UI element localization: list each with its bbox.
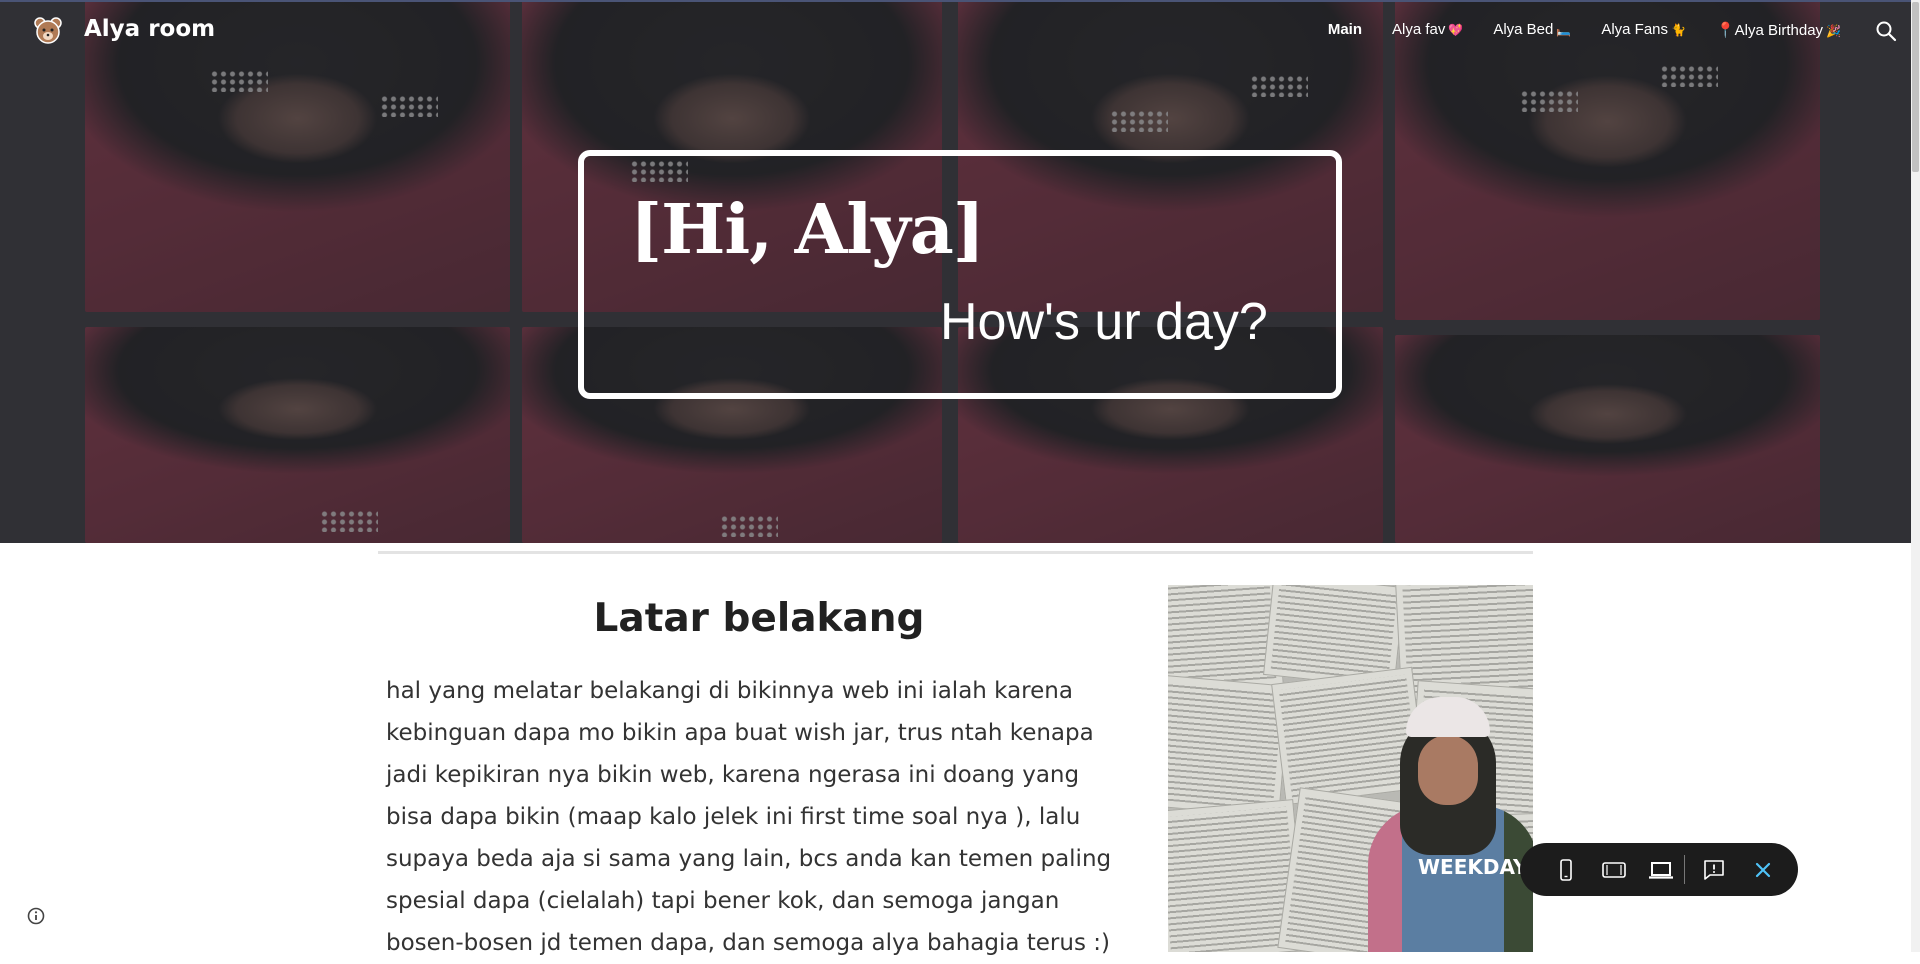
- hero-subtitle: How's ur day?: [940, 293, 1268, 351]
- nav-item-label: Alya Bed: [1493, 21, 1554, 38]
- nav-item-alya-bed[interactable]: Alya Bed 🛏️: [1493, 21, 1571, 39]
- nav-item-alya-fav[interactable]: Alya fav 💖: [1392, 21, 1463, 39]
- info-icon[interactable]: [26, 906, 46, 926]
- profile-photo: WEEKDAY: [1168, 585, 1533, 952]
- party-popper-icon: 🎉: [1826, 24, 1841, 38]
- section-divider: [378, 551, 1533, 554]
- nav-item-label: Alya fav: [1392, 21, 1446, 38]
- laptop-preview-icon[interactable]: [1647, 856, 1675, 884]
- site-header: Alya room Main Alya fav 💖 Alya Bed 🛏️ Alya…: [0, 0, 1911, 64]
- preview-toolbar: [1520, 843, 1798, 896]
- nav-item-main[interactable]: Main: [1328, 21, 1362, 39]
- teddy-bear-icon[interactable]: [33, 16, 63, 46]
- shirt-print: WEEKDAY: [1418, 855, 1528, 879]
- search-icon[interactable]: [1875, 20, 1897, 42]
- report-abuse-icon[interactable]: [1700, 856, 1728, 884]
- scrollbar-thumb[interactable]: [1912, 2, 1919, 172]
- phone-preview-icon[interactable]: [1552, 856, 1580, 884]
- section-heading: Latar belakang: [593, 596, 925, 641]
- nav-item-alya-birthday[interactable]: 📍Alya Birthday 🎉: [1716, 21, 1841, 39]
- cat-icon: 🐈: [1671, 23, 1686, 37]
- hero-title: [Hi, Alya]: [630, 190, 985, 270]
- section-paragraph: hal yang melatar belakangi di bikinnya w…: [386, 678, 1112, 956]
- toolbar-separator: [1684, 855, 1685, 884]
- nav-item-label: Main: [1327, 21, 1363, 38]
- nav-item-alya-fans[interactable]: Alya Fans 🐈: [1601, 21, 1686, 39]
- heart-icon: 💖: [1448, 23, 1464, 37]
- hero-banner: [Hi, Alya] How's ur day?: [0, 0, 1911, 543]
- bed-icon: 🛏️: [1556, 23, 1572, 37]
- hero-frame: [578, 150, 1342, 399]
- nav-item-label: 📍Alya Birthday: [1715, 22, 1824, 39]
- nav-item-label: Alya Fans: [1601, 21, 1669, 38]
- main-nav: Main Alya fav 💖 Alya Bed 🛏️ Alya Fans 🐈 📍Al…: [1328, 21, 1841, 39]
- tablet-preview-icon[interactable]: [1600, 856, 1628, 884]
- site-title[interactable]: Alya room: [84, 16, 215, 42]
- close-icon[interactable]: [1749, 856, 1777, 884]
